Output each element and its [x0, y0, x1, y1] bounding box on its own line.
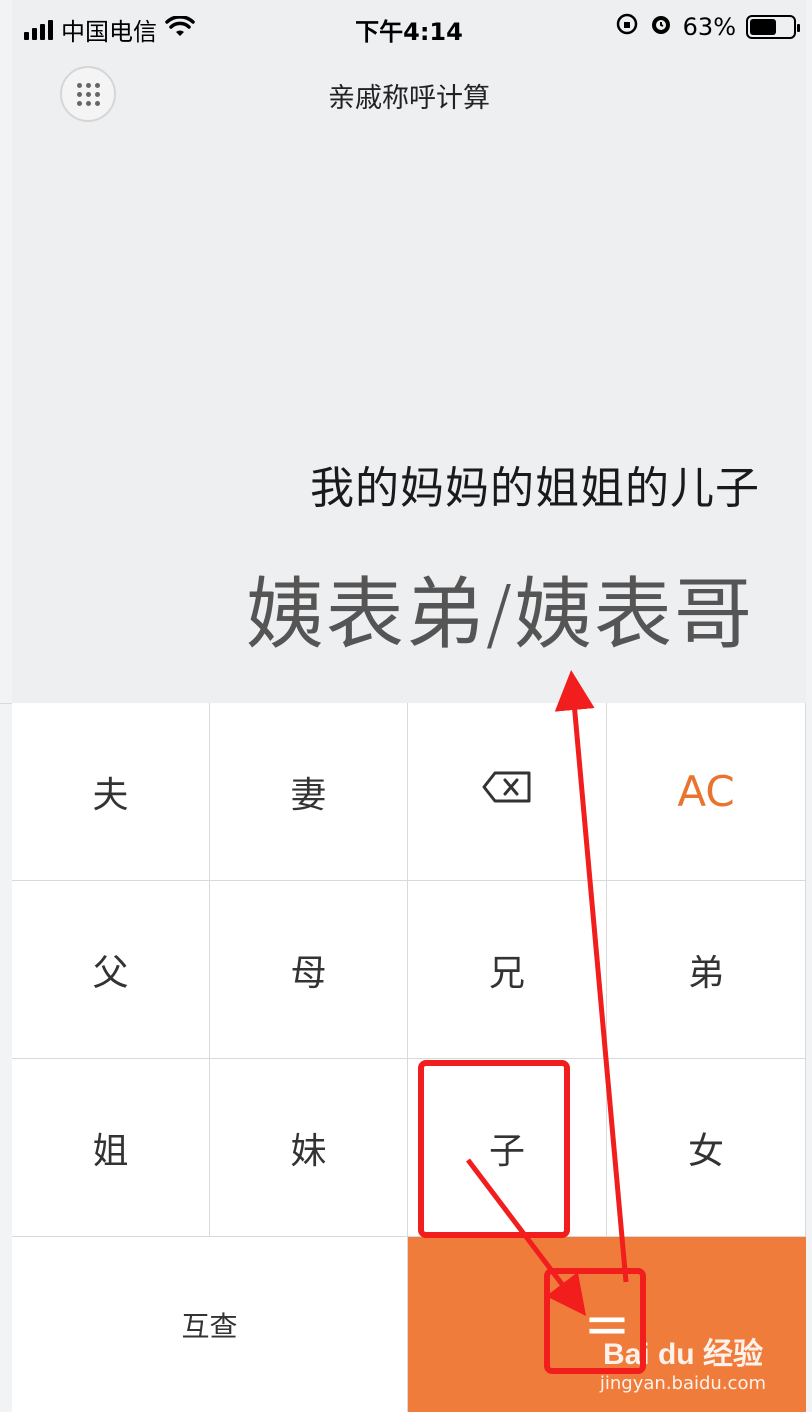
rotation-lock-icon	[615, 12, 639, 42]
backspace-icon	[481, 770, 533, 813]
key-younger-brother[interactable]: 弟	[607, 881, 806, 1059]
key-younger-sister[interactable]: 妹	[210, 1059, 408, 1237]
alarm-icon	[649, 12, 673, 42]
baidu-watermark: Bai du 经验 jingyan.baidu.com	[600, 1329, 766, 1394]
result-display: 姨表弟/姨表哥	[245, 570, 754, 660]
key-mother[interactable]: 母	[210, 881, 408, 1059]
page-title: 亲戚称呼计算	[328, 83, 490, 114]
key-backspace[interactable]	[408, 703, 607, 881]
battery-icon	[746, 15, 800, 39]
watermark-url: jingyan.baidu.com	[599, 1373, 766, 1394]
key-son[interactable]: 子	[408, 1059, 607, 1237]
expression-display: 我的妈妈的姐姐的儿子	[310, 463, 760, 514]
key-husband[interactable]: 夫	[12, 703, 210, 881]
key-older-brother[interactable]: 兄	[408, 881, 607, 1059]
key-all-clear[interactable]: AC	[607, 703, 806, 881]
status-bar: 中国电信 下午4:14 63%	[12, 0, 806, 52]
key-father[interactable]: 父	[12, 881, 210, 1059]
keypad: 夫 妻 AC 父 母 兄 弟 姐 妹 子 女 互查 =	[12, 703, 806, 1412]
key-swap-lookup[interactable]: 互查	[12, 1237, 408, 1412]
key-daughter[interactable]: 女	[607, 1059, 806, 1237]
screenshot-frame: 中国电信 下午4:14 63% 亲戚称呼计算 我的妈妈的姐姐的儿子 姨表弟/姨表…	[0, 0, 812, 1412]
battery-percent: 63%	[682, 13, 736, 41]
key-wife[interactable]: 妻	[210, 703, 408, 881]
key-older-sister[interactable]: 姐	[12, 1059, 210, 1237]
watermark-brand: Bai du 经验	[602, 1338, 763, 1371]
